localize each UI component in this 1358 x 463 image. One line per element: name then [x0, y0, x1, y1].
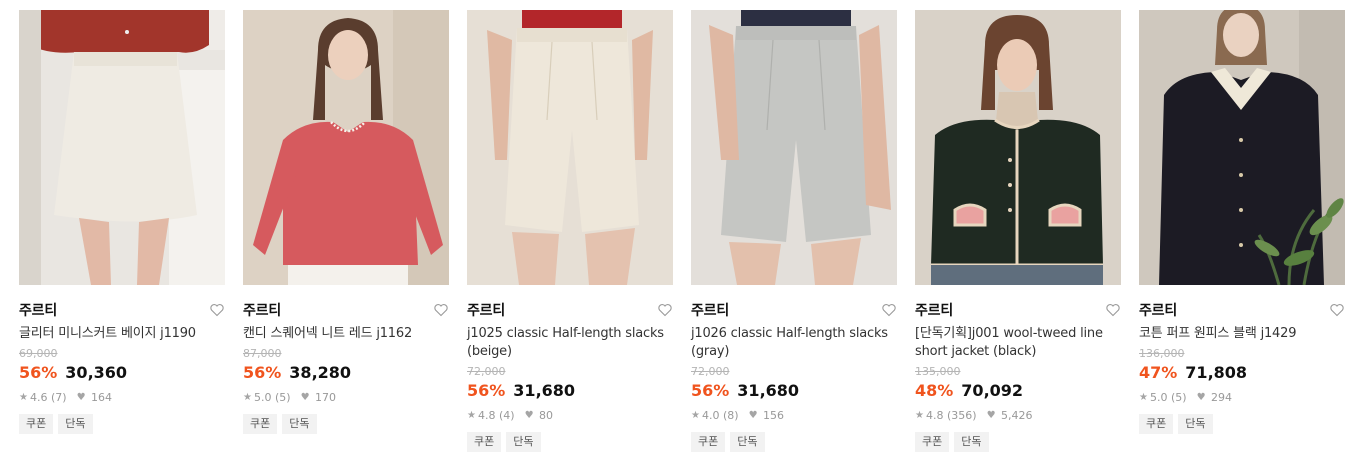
product-stats: ★ 4.0 (8) ♥ 156 [691, 408, 897, 422]
discount-rate: 56% [467, 381, 506, 400]
sale-price: 31,680 [737, 381, 800, 400]
product-name[interactable]: 캔디 스퀘어넥 니트 레드 j1162 [243, 325, 449, 343]
sale-price: 70,092 [961, 381, 1024, 400]
sale-price: 38,280 [289, 363, 352, 382]
heart-icon: ♥ [300, 391, 310, 403]
star-icon: ★ [243, 391, 252, 403]
exclusive-tag: 단독 [506, 432, 541, 452]
coupon-tag: 쿠폰 [243, 414, 278, 434]
like-count: 294 [1211, 390, 1233, 404]
product-card[interactable]: 주르티 코튼 퍼프 원피스 블랙 j1429 136,000 47% 71,80… [1139, 10, 1345, 434]
like-count: 5,426 [1001, 408, 1033, 422]
review-count: (4) [498, 408, 515, 422]
discount-rate: 48% [915, 381, 954, 400]
exclusive-tag: 단독 [1178, 414, 1213, 434]
original-price: 69,000 [19, 347, 58, 360]
product-grid: 주르티 글리터 미니스커트 베이지 j1190 69,000 56% 30,36… [0, 0, 1358, 463]
brand-name[interactable]: 주르티 [915, 300, 953, 320]
product-image[interactable] [19, 10, 225, 285]
coupon-tag: 쿠폰 [19, 414, 54, 434]
star-icon: ★ [19, 391, 28, 403]
star-icon: ★ [467, 409, 476, 421]
exclusive-tag: 단독 [730, 432, 765, 452]
exclusive-tag: 단독 [282, 414, 317, 434]
exclusive-tag: 단독 [954, 432, 989, 452]
original-price: 87,000 [243, 347, 282, 360]
star-icon: ★ [1139, 391, 1148, 403]
brand-name[interactable]: 주르티 [1139, 300, 1177, 320]
original-price: 72,000 [467, 365, 506, 378]
brand-name[interactable]: 주르티 [19, 300, 57, 320]
discount-rate: 56% [243, 363, 282, 382]
heart-icon: ♥ [748, 409, 758, 421]
discount-rate: 56% [19, 363, 58, 382]
heart-icon: ♥ [524, 409, 534, 421]
coupon-tag: 쿠폰 [1139, 414, 1174, 434]
discount-rate: 47% [1139, 363, 1178, 382]
rating: 5.0 [253, 390, 272, 404]
product-image[interactable] [691, 10, 897, 285]
product-stats: ★ 5.0 (5) ♥ 170 [243, 390, 449, 404]
heart-icon: ♥ [76, 391, 86, 403]
brand-name[interactable]: 주르티 [467, 300, 505, 320]
like-count: 170 [315, 390, 337, 404]
like-count: 164 [91, 390, 113, 404]
like-count: 156 [763, 408, 785, 422]
product-stats: ★ 4.8 (356) ♥ 5,426 [915, 408, 1121, 422]
product-image[interactable] [1139, 10, 1345, 285]
star-icon: ★ [691, 409, 700, 421]
rating: 4.6 [29, 390, 48, 404]
product-image[interactable] [243, 10, 449, 285]
rating: 5.0 [1149, 390, 1168, 404]
review-count: (5) [1170, 390, 1187, 404]
review-count: (356) [946, 408, 977, 422]
review-count: (5) [274, 390, 291, 404]
heart-outline-icon[interactable] [881, 302, 897, 318]
product-name[interactable]: j1025 classic Half-length slacks (beige) [467, 325, 673, 361]
exclusive-tag: 단독 [58, 414, 93, 434]
product-name[interactable]: j1026 classic Half-length slacks (gray) [691, 325, 897, 361]
review-count: (8) [722, 408, 739, 422]
star-icon: ★ [915, 409, 924, 421]
heart-icon: ♥ [986, 409, 996, 421]
sale-price: 31,680 [513, 381, 576, 400]
sale-price: 30,360 [65, 363, 128, 382]
product-stats: ★ 4.6 (7) ♥ 164 [19, 390, 225, 404]
product-card[interactable]: 주르티 캔디 스퀘어넥 니트 레드 j1162 87,000 56% 38,28… [243, 10, 449, 434]
original-price: 135,000 [915, 365, 961, 378]
heart-outline-icon[interactable] [1329, 302, 1345, 318]
product-name[interactable]: [단독기획]j001 wool-tweed line short jacket … [915, 325, 1121, 361]
coupon-tag: 쿠폰 [915, 432, 950, 452]
product-stats: ★ 5.0 (5) ♥ 294 [1139, 390, 1345, 404]
rating: 4.8 [925, 408, 944, 422]
brand-name[interactable]: 주르티 [243, 300, 281, 320]
brand-name[interactable]: 주르티 [691, 300, 729, 320]
like-count: 80 [539, 408, 554, 422]
product-card[interactable]: 주르티 j1025 classic Half-length slacks (be… [467, 10, 673, 452]
original-price: 72,000 [691, 365, 730, 378]
rating: 4.0 [701, 408, 720, 422]
coupon-tag: 쿠폰 [467, 432, 502, 452]
discount-rate: 56% [691, 381, 730, 400]
review-count: (7) [50, 390, 67, 404]
rating: 4.8 [477, 408, 496, 422]
heart-outline-icon[interactable] [657, 302, 673, 318]
product-image[interactable] [915, 10, 1121, 285]
heart-outline-icon[interactable] [1105, 302, 1121, 318]
product-image[interactable] [467, 10, 673, 285]
coupon-tag: 쿠폰 [691, 432, 726, 452]
product-stats: ★ 4.8 (4) ♥ 80 [467, 408, 673, 422]
heart-icon: ♥ [1196, 391, 1206, 403]
heart-outline-icon[interactable] [433, 302, 449, 318]
sale-price: 71,808 [1185, 363, 1248, 382]
original-price: 136,000 [1139, 347, 1185, 360]
heart-outline-icon[interactable] [209, 302, 225, 318]
product-name[interactable]: 코튼 퍼프 원피스 블랙 j1429 [1139, 325, 1345, 343]
product-name[interactable]: 글리터 미니스커트 베이지 j1190 [19, 325, 225, 343]
product-card[interactable]: 주르티 j1026 classic Half-length slacks (gr… [691, 10, 897, 452]
product-card[interactable]: 주르티 글리터 미니스커트 베이지 j1190 69,000 56% 30,36… [19, 10, 225, 434]
product-card[interactable]: 주르티 [단독기획]j001 wool-tweed line short jac… [915, 10, 1121, 452]
